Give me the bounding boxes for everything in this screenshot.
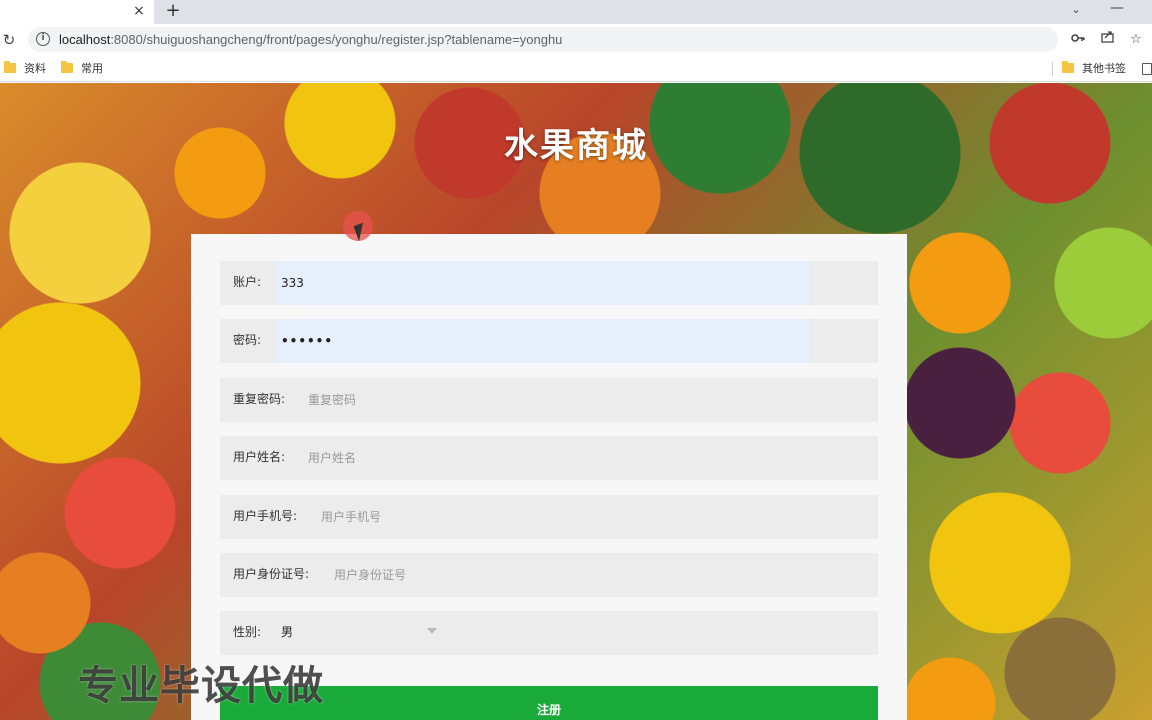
address-bar: ↻ i localhost:8080/shuiguoshangcheng/fro… bbox=[0, 24, 1152, 55]
gender-field: 性别: 男 bbox=[220, 611, 878, 655]
minimize-icon[interactable]: — bbox=[1108, 0, 1126, 18]
site-title: 水果商城 bbox=[504, 126, 648, 166]
url-path: :8080/shuiguoshangcheng/front/pages/yong… bbox=[110, 32, 563, 47]
confirm-password-input[interactable] bbox=[308, 378, 868, 422]
reload-icon[interactable]: ↻ bbox=[0, 30, 18, 50]
phone-field: 用户手机号: bbox=[220, 495, 878, 539]
id-card-input[interactable] bbox=[334, 553, 874, 597]
password-field: 密码: bbox=[220, 319, 878, 363]
key-icon[interactable] bbox=[1068, 30, 1088, 50]
bookmark-folder-ziliao[interactable]: 资料 bbox=[4, 60, 46, 78]
tab-strip: × + ⌄ — bbox=[0, 0, 1152, 24]
phone-input[interactable] bbox=[321, 495, 871, 539]
id-card-label: 用户身份证号: bbox=[233, 567, 310, 581]
gender-label: 性别: bbox=[233, 625, 262, 639]
confirm-password-field: 重复密码: bbox=[220, 378, 878, 422]
share-icon[interactable] bbox=[1097, 30, 1117, 50]
chevron-down-icon[interactable]: ⌄ bbox=[1068, 1, 1084, 19]
omnibox[interactable]: i localhost:8080/shuiguoshangcheng/front… bbox=[28, 27, 1058, 52]
page-background: 水果商城 账户: 密码: 重复密码: 用户姓名: 用户手机号: 用户身份证号: bbox=[0, 83, 1152, 720]
bookmark-folder-changyong[interactable]: 常用 bbox=[61, 60, 103, 78]
plus-icon[interactable]: + bbox=[163, 0, 183, 22]
account-label: 账户: bbox=[233, 275, 262, 289]
phone-label: 用户手机号: bbox=[233, 509, 298, 523]
bookmark-label: 常用 bbox=[81, 62, 103, 75]
star-icon[interactable]: ☆ bbox=[1126, 30, 1146, 50]
register-form: 账户: 密码: 重复密码: 用户姓名: 用户手机号: 用户身份证号: 性别: 男 bbox=[191, 234, 907, 720]
id-card-field: 用户身份证号: bbox=[220, 553, 878, 597]
gender-select[interactable]: 男 bbox=[281, 624, 293, 640]
user-name-label: 用户姓名: bbox=[233, 450, 286, 464]
chevron-down-icon[interactable] bbox=[427, 628, 437, 634]
password-input[interactable] bbox=[281, 319, 801, 363]
user-name-input[interactable] bbox=[308, 436, 868, 480]
folder-icon bbox=[61, 61, 73, 73]
close-icon[interactable]: × bbox=[131, 2, 147, 20]
url-host: localhost bbox=[59, 32, 111, 47]
url-text[interactable]: localhost:8080/shuiguoshangcheng/front/p… bbox=[59, 31, 562, 48]
other-bookmarks[interactable]: 其他书签 bbox=[1062, 60, 1126, 78]
watermark: 专业毕设代做 bbox=[78, 663, 324, 709]
reading-list-icon[interactable] bbox=[1142, 63, 1152, 75]
folder-icon bbox=[4, 61, 16, 73]
bookmarks-bar: 资料 常用 其他书签 bbox=[0, 55, 1152, 82]
active-tab[interactable]: × bbox=[0, 0, 154, 24]
account-input[interactable] bbox=[281, 261, 801, 305]
user-name-field: 用户姓名: bbox=[220, 436, 878, 480]
bookmark-label: 资料 bbox=[24, 62, 46, 75]
bookmark-divider bbox=[1052, 62, 1053, 76]
other-bookmarks-label: 其他书签 bbox=[1082, 62, 1126, 75]
info-icon[interactable]: i bbox=[36, 32, 50, 46]
folder-icon bbox=[1062, 61, 1074, 73]
password-label: 密码: bbox=[233, 333, 262, 347]
confirm-password-label: 重复密码: bbox=[233, 392, 286, 406]
account-field: 账户: bbox=[220, 261, 878, 305]
